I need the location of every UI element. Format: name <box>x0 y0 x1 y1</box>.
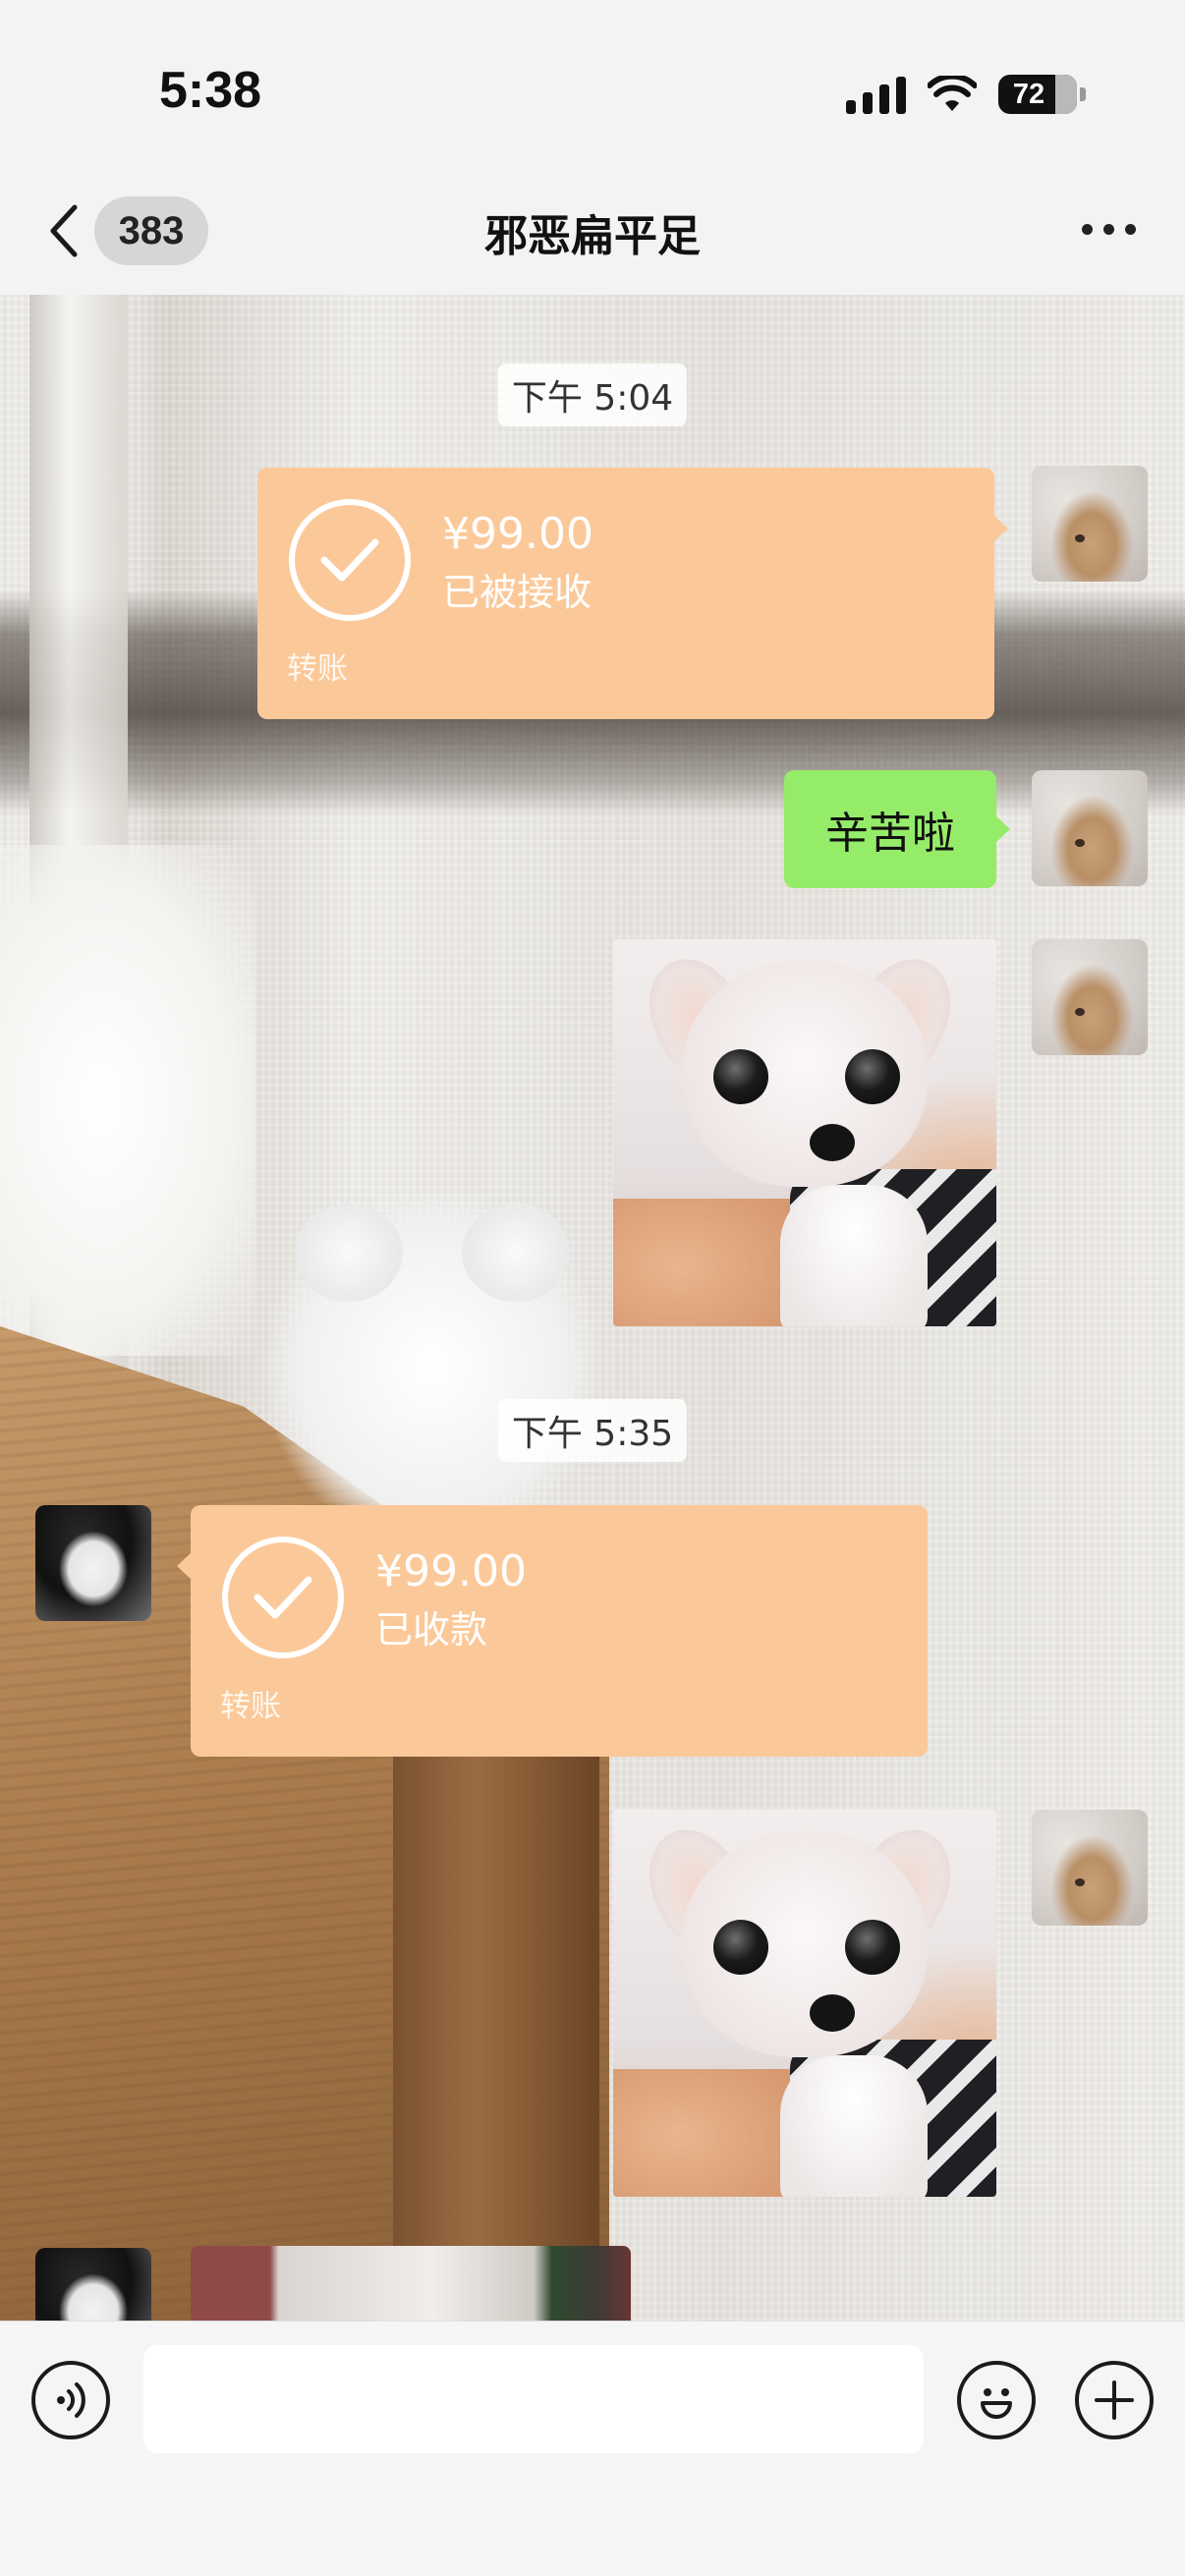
message-timestamp: 下午 5:35 <box>497 1399 688 1462</box>
voice-icon <box>57 2382 85 2418</box>
battery-icon: 72 <box>998 75 1086 114</box>
transfer-message-received[interactable]: ¥99.00 已收款 转账 <box>177 1505 928 1757</box>
transfer-amount: ¥99.00 <box>375 1546 527 1596</box>
contact-avatar[interactable] <box>35 1505 151 1621</box>
check-circle-icon <box>289 499 411 621</box>
my-avatar[interactable] <box>1032 770 1148 886</box>
transfer-status: 已收款 <box>375 1608 488 1652</box>
image-message-sent[interactable] <box>613 1810 996 2197</box>
my-avatar[interactable] <box>1032 939 1148 1055</box>
transfer-label: 转账 <box>287 651 348 687</box>
battery-level: 72 <box>1012 78 1045 110</box>
chat-title: 邪恶扁平足 <box>484 211 701 261</box>
message-timestamp: 下午 5:04 <box>497 364 688 426</box>
transfer-label: 转账 <box>220 1689 281 1724</box>
cellular-signal-icon <box>846 75 906 114</box>
emoji-button[interactable] <box>957 2361 1036 2439</box>
image-message-received[interactable] <box>191 2246 631 2321</box>
my-avatar[interactable] <box>1032 466 1148 582</box>
status-time: 5:38 <box>159 62 262 119</box>
transfer-amount: ¥99.00 <box>442 509 593 559</box>
more-icon[interactable] <box>1082 224 1136 235</box>
text-message-sent[interactable]: 辛苦啦 <box>784 770 1010 888</box>
image-message-sent[interactable] <box>613 939 996 1326</box>
top-bar: 5:38 72 383 邪恶扁平足 <box>0 0 1185 295</box>
plus-icon <box>1095 2380 1134 2420</box>
contact-avatar[interactable] <box>35 2248 151 2321</box>
transfer-message-sent[interactable]: ¥99.00 已被接收 转账 <box>257 468 1008 719</box>
wifi-icon <box>928 76 977 111</box>
plus-button[interactable] <box>1075 2361 1154 2439</box>
message-composer <box>0 2321 1185 2576</box>
message-input[interactable] <box>143 2345 924 2453</box>
transfer-status: 已被接收 <box>442 571 592 614</box>
emoji-icon <box>981 2388 1012 2419</box>
check-circle-icon <box>222 1537 344 1658</box>
chat-area[interactable]: 下午 5:04 ¥99.00 已被接收 转账 辛苦啦 下午 5:35 ¥99.0 <box>0 295 1185 2321</box>
voice-button[interactable] <box>31 2361 110 2439</box>
status-indicators: 72 <box>846 71 1086 118</box>
my-avatar[interactable] <box>1032 1810 1148 1926</box>
